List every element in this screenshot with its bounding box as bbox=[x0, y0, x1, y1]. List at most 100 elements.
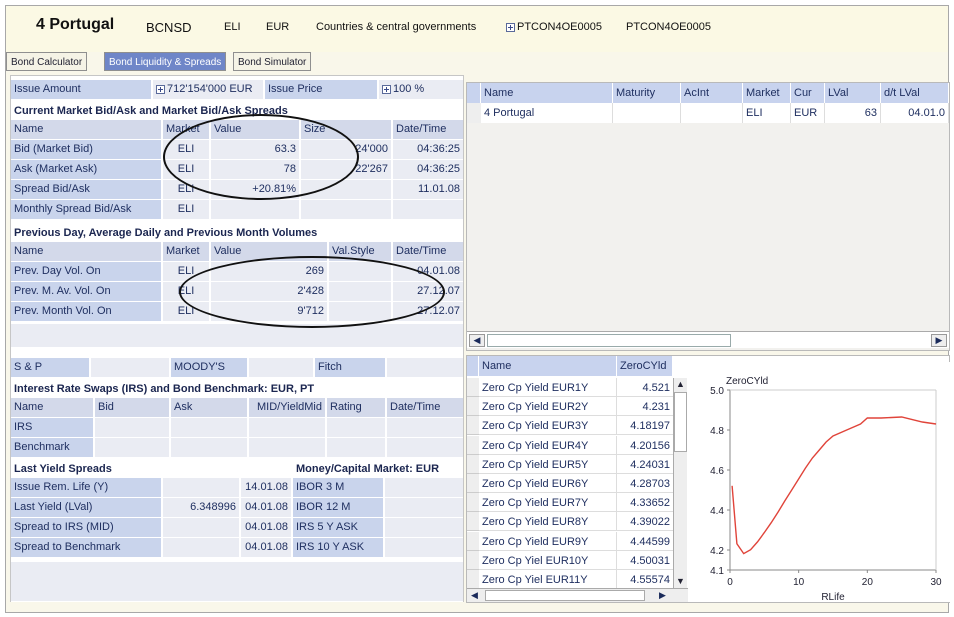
row-selector[interactable] bbox=[467, 103, 481, 123]
row-value: 269 bbox=[211, 262, 327, 281]
horizontal-scrollbar[interactable]: ◀ ▶ bbox=[467, 331, 949, 348]
issue-price-value[interactable]: 100 % bbox=[379, 80, 463, 99]
yield-name[interactable]: Zero Cp Yield EUR8Y bbox=[479, 512, 617, 532]
scroll-left-icon[interactable]: ◀ bbox=[471, 589, 483, 602]
row-cell bbox=[327, 418, 385, 437]
scroll-left-icon[interactable]: ◀ bbox=[469, 334, 485, 347]
grid-header[interactable]: Cur bbox=[791, 83, 825, 103]
spacer bbox=[11, 324, 463, 348]
yield-value[interactable]: 4.44599 bbox=[617, 532, 673, 551]
yield-name[interactable]: Zero Cp Yield EUR3Y bbox=[479, 416, 617, 436]
grid-cell[interactable] bbox=[613, 103, 681, 123]
horizontal-scrollbar[interactable]: ◀ ▶ bbox=[467, 588, 689, 602]
yield-value[interactable]: 4.39022 bbox=[617, 512, 673, 532]
yield-name[interactable]: Zero Cp Yield EUR5Y bbox=[479, 454, 617, 474]
yield-value[interactable]: 4.18197 bbox=[617, 416, 673, 436]
yield-value[interactable]: 4.24031 bbox=[617, 455, 673, 474]
row-market: ELI bbox=[163, 200, 209, 219]
yield-value[interactable]: 4.55574 bbox=[617, 570, 673, 589]
row-value: 78 bbox=[211, 160, 299, 179]
grid-header[interactable]: d/t LVal bbox=[881, 83, 949, 103]
expand-icon[interactable] bbox=[506, 22, 515, 32]
tab-bond-liquidity[interactable]: Bond Liquidity & Spreads bbox=[104, 52, 227, 71]
irs-row: IRS bbox=[11, 418, 463, 438]
x-tick-label: 0 bbox=[727, 577, 733, 588]
yield-name[interactable]: Zero Cp Yield EUR2Y bbox=[479, 397, 617, 417]
yield-name[interactable]: Zero Cp Yield EUR7Y bbox=[479, 493, 617, 513]
grid-header[interactable]: ZeroCYld bbox=[617, 356, 673, 376]
row-name: Spread Bid/Ask bbox=[11, 180, 161, 199]
issue-amount-value[interactable]: 712'154'000 EUR bbox=[153, 80, 263, 99]
scroll-thumb[interactable] bbox=[485, 590, 645, 601]
scroll-up-icon[interactable]: ▲ bbox=[674, 378, 687, 391]
grid-header[interactable]: AcInt bbox=[681, 83, 743, 103]
rating-sp-value bbox=[91, 358, 169, 377]
grid-cell[interactable]: 4 Portugal bbox=[481, 103, 613, 123]
row-selector[interactable] bbox=[467, 474, 479, 493]
vertical-scrollbar[interactable]: ▲ ▼ bbox=[673, 378, 687, 588]
tab-bond-calculator[interactable]: Bond Calculator bbox=[6, 52, 88, 71]
yield-value[interactable]: 4.521 bbox=[617, 378, 673, 397]
yield-value[interactable]: 4.28703 bbox=[617, 474, 673, 493]
yield-value[interactable]: 4.20156 bbox=[617, 436, 673, 455]
rating-fitch-label: Fitch bbox=[315, 358, 385, 377]
row-selector[interactable] bbox=[467, 378, 479, 397]
row-selector[interactable] bbox=[467, 435, 479, 455]
grid-header[interactable]: Maturity bbox=[613, 83, 681, 103]
row-selector[interactable] bbox=[467, 550, 479, 570]
row-selector[interactable] bbox=[467, 454, 479, 474]
isin-link[interactable]: PTCON4OE0005 bbox=[506, 21, 602, 33]
scroll-thumb[interactable] bbox=[674, 392, 687, 452]
issue-price-label: Issue Price bbox=[265, 80, 377, 99]
yield-value[interactable]: 4.33652 bbox=[617, 493, 673, 513]
row-selector[interactable] bbox=[467, 397, 479, 417]
yield-name[interactable]: Zero Cp Yield EUR1Y bbox=[479, 378, 617, 397]
row-selector[interactable] bbox=[467, 83, 481, 103]
expand-icon[interactable] bbox=[156, 84, 165, 94]
grid-cell[interactable]: 63 bbox=[825, 103, 881, 123]
grid-cell[interactable]: 04.01.0 bbox=[881, 103, 949, 123]
row-value bbox=[211, 200, 299, 219]
expand-icon[interactable] bbox=[382, 84, 391, 94]
row-value: 6.348996 bbox=[163, 498, 239, 517]
spacer bbox=[11, 562, 463, 602]
x-axis-label: RLife bbox=[821, 592, 845, 602]
col-rating: Rating bbox=[327, 398, 385, 417]
row-name: Prev. M. Av. Vol. On bbox=[11, 282, 161, 301]
tab-bond-simulator[interactable]: Bond Simulator bbox=[233, 52, 312, 71]
yield-curve-line bbox=[731, 416, 937, 555]
row-value bbox=[163, 518, 239, 537]
grid-cell[interactable]: ELI bbox=[743, 103, 791, 123]
yield-name[interactable]: Zero Cp Yield EUR4Y bbox=[479, 435, 617, 455]
scroll-thumb[interactable] bbox=[487, 334, 731, 347]
yield-name[interactable]: Zero Cp Yield EUR9Y bbox=[479, 531, 617, 551]
yield-name[interactable]: Zero Cp Yield EUR6Y bbox=[479, 474, 617, 493]
scroll-right-icon[interactable]: ▶ bbox=[659, 589, 671, 602]
yield-name[interactable]: Zero Cp Yiel EUR10Y bbox=[479, 550, 617, 570]
scroll-down-icon[interactable]: ▼ bbox=[674, 575, 687, 588]
grid-header[interactable]: LVal bbox=[825, 83, 881, 103]
row-name: Bid (Market Bid) bbox=[11, 140, 161, 159]
volume-row: Prev. M. Av. Vol. On ELI 2'428 27.12.07 bbox=[11, 282, 463, 302]
grid-header[interactable]: Name bbox=[481, 83, 613, 103]
yield-value[interactable]: 4.50031 bbox=[617, 551, 673, 570]
grid-cell[interactable]: EUR bbox=[791, 103, 825, 123]
col-datetime: Date/Time bbox=[387, 398, 463, 417]
row-selector[interactable] bbox=[467, 531, 479, 551]
grid-header[interactable]: Name bbox=[479, 356, 617, 376]
yield-row: Last Yield (LVal) 6.348996 04.01.08 IBOR 12… bbox=[11, 498, 463, 518]
row-datetime: 04.01.08 bbox=[393, 262, 463, 281]
row-selector[interactable] bbox=[467, 493, 479, 513]
yield-name[interactable]: Zero Cp Yiel EUR11Y bbox=[479, 570, 617, 589]
row-selector[interactable] bbox=[467, 416, 479, 436]
row-value: 2'428 bbox=[211, 282, 327, 301]
row-selector[interactable] bbox=[467, 570, 479, 589]
scroll-right-icon[interactable]: ▶ bbox=[931, 334, 947, 347]
grid-header[interactable]: Market bbox=[743, 83, 791, 103]
row-selector[interactable] bbox=[467, 512, 479, 532]
y-tick-label: 4.2 bbox=[710, 546, 724, 557]
grid-cell[interactable] bbox=[681, 103, 743, 123]
yield-value[interactable]: 4.231 bbox=[617, 397, 673, 417]
row-selector[interactable] bbox=[467, 356, 479, 376]
col-market: Market bbox=[163, 242, 209, 261]
